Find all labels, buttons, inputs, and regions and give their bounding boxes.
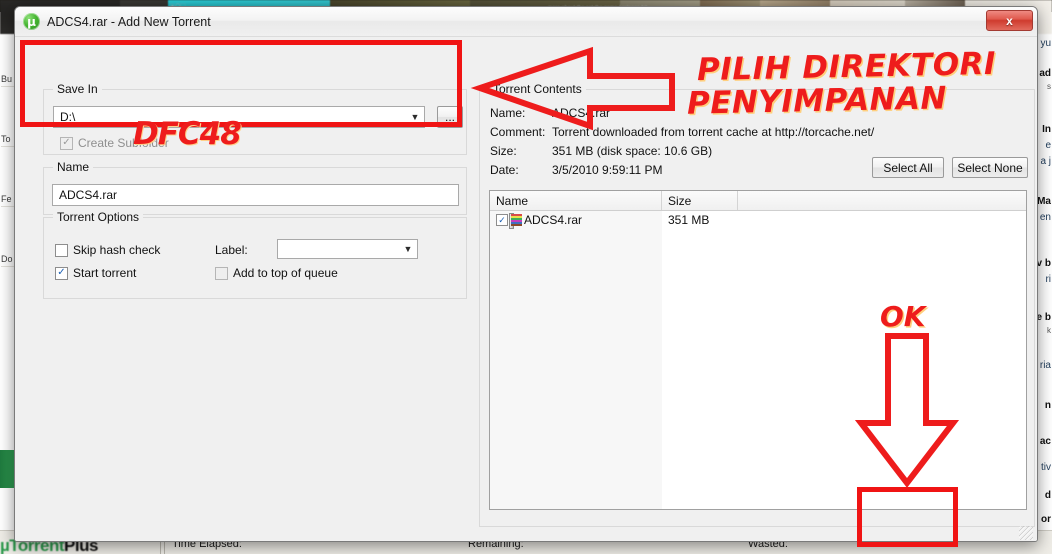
skip-hash-check-row[interactable]: Skip hash check <box>55 243 160 257</box>
file-list-name-column-shade <box>490 211 662 509</box>
contents-comment-value: Torrent downloaded from torrent cache at… <box>552 125 875 139</box>
table-row[interactable]: ✓ ADCS4.rar 351 MB <box>490 211 1026 229</box>
name-group: Name ADCS4.rar <box>43 160 467 215</box>
add-to-top-of-queue-checkbox[interactable] <box>215 266 228 280</box>
bg-right-13: ria <box>1039 360 1051 371</box>
save-path-value: D:\ <box>60 110 76 124</box>
bg-right-12: k <box>1047 326 1051 335</box>
bg-right-17: d <box>1044 490 1051 501</box>
file-list-header-blank[interactable] <box>738 191 1026 210</box>
save-in-group: Save In D:\ ▼ ... ✓ Create Subfolder <box>43 82 467 155</box>
rar-archive-icon <box>509 213 523 229</box>
browse-button[interactable]: ... <box>437 106 463 128</box>
select-none-button[interactable]: Select None <box>952 157 1028 178</box>
file-row-name: ADCS4.rar <box>524 213 583 227</box>
add-new-torrent-dialog: µ ADCS4.rar - Add New Torrent x Save In … <box>14 6 1038 542</box>
file-list-header-size[interactable]: Size <box>662 191 738 210</box>
bg-right-8: en <box>1039 212 1051 223</box>
save-in-legend: Save In <box>53 82 102 96</box>
contents-comment-key: Comment: <box>490 125 546 139</box>
chevron-down-icon: ▼ <box>410 112 420 122</box>
resize-grip-icon[interactable] <box>1019 526 1033 540</box>
dialog-title: ADCS4.rar - Add New Torrent <box>47 14 211 29</box>
torrent-options-legend: Torrent Options <box>53 210 144 224</box>
dialog-body: Save In D:\ ▼ ... ✓ Create Subfolder Nam… <box>15 37 1037 541</box>
bg-right-15: ac <box>1039 436 1051 447</box>
bg-right-10: ri <box>1045 274 1051 285</box>
bg-right-14: n <box>1044 400 1051 411</box>
file-list[interactable]: Name Size ✓ ADCS4.rar 351 MB <box>489 190 1027 510</box>
torrent-contents-legend: Torrent Contents <box>489 82 586 96</box>
bg-right-7: Ma <box>1037 196 1051 207</box>
chevron-down-icon-label: ▼ <box>403 244 413 254</box>
start-torrent-checkbox[interactable]: ✓ <box>55 266 68 280</box>
contents-size-key: Size: <box>490 144 517 158</box>
bg-right-18: or <box>1041 514 1051 525</box>
bg-right-11: e b <box>1036 312 1051 323</box>
contents-size-value: 351 MB (disk space: 10.6 GB) <box>552 144 713 158</box>
torrent-name-input[interactable]: ADCS4.rar <box>52 184 459 206</box>
skip-hash-check-label: Skip hash check <box>73 243 161 257</box>
select-all-button[interactable]: Select All <box>872 157 944 178</box>
create-subfolder-label: Create Subfolder <box>78 136 169 150</box>
start-torrent-label: Start torrent <box>73 266 137 280</box>
bg-right-1: yu <box>1040 38 1051 49</box>
bg-right-16: tiv <box>1041 462 1051 473</box>
create-subfolder-row: ✓ Create Subfolder <box>60 136 169 150</box>
start-torrent-row[interactable]: ✓ Start torrent <box>55 266 136 280</box>
bg-right-3: s <box>1047 82 1051 91</box>
bg-right-6: a j <box>1040 156 1051 167</box>
file-list-header-name[interactable]: Name <box>490 191 662 210</box>
file-row-name-cell: ✓ ADCS4.rar <box>490 213 662 229</box>
screen: Op Bu To Fe Do Yuki Kagiw yu ad s In e a… <box>0 0 1052 554</box>
label-caption: Label: <box>215 243 248 257</box>
contents-name-key: Name: <box>490 106 526 120</box>
contents-date-key: Date: <box>490 163 519 177</box>
add-to-top-of-queue-label: Add to top of queue <box>233 266 338 280</box>
bg-right-5: e <box>1045 140 1051 151</box>
file-row-checkbox[interactable]: ✓ <box>496 214 508 226</box>
bg-right-2: ad <box>1039 68 1051 79</box>
save-path-combobox[interactable]: D:\ ▼ <box>53 106 425 128</box>
label-combobox[interactable]: ▼ <box>277 239 418 259</box>
contents-date-value: 3/5/2010 9:59:11 PM <box>552 163 663 177</box>
file-list-body: ✓ ADCS4.rar 351 MB <box>490 211 1026 509</box>
contents-name-value: ADCS4.rar <box>552 106 611 120</box>
file-row-size: 351 MB <box>668 213 710 227</box>
torrent-contents-group: Torrent Contents Name: ADCS4.rar Comment… <box>479 82 1035 527</box>
name-legend: Name <box>53 160 94 174</box>
file-list-header: Name Size <box>490 191 1026 211</box>
bg-right-4: In <box>1042 124 1051 135</box>
bg-right-9: v b <box>1036 258 1051 269</box>
create-subfolder-checkbox: ✓ <box>60 136 73 150</box>
dialog-titlebar[interactable]: µ ADCS4.rar - Add New Torrent x <box>15 7 1037 37</box>
utorrent-logo-icon: µ <box>23 13 40 30</box>
skip-hash-check-checkbox[interactable] <box>55 243 68 257</box>
add-to-top-of-queue-row[interactable]: Add to top of queue <box>215 266 338 280</box>
close-icon[interactable]: x <box>986 10 1033 31</box>
